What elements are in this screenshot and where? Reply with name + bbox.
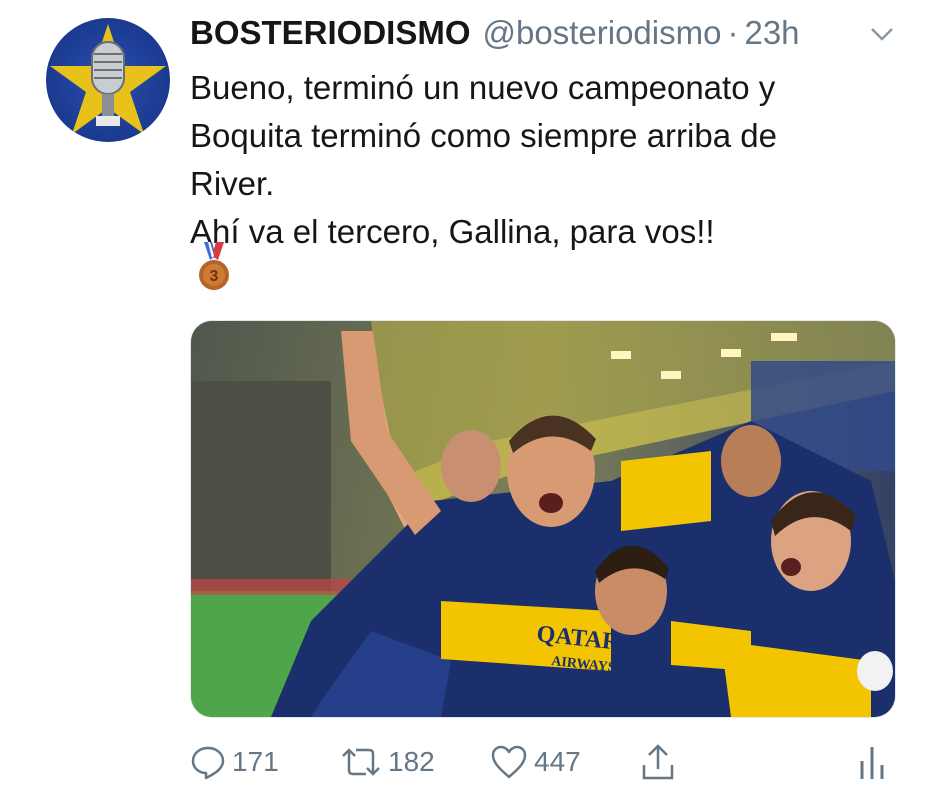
medal-number: 3 [210, 268, 219, 285]
reply-button[interactable]: 171 [190, 740, 279, 784]
retweet-icon [340, 744, 382, 780]
user-handle[interactable]: @bosteriodismo [483, 14, 722, 52]
like-icon [490, 744, 528, 780]
share-icon [640, 743, 676, 781]
analytics-button[interactable] [858, 740, 886, 784]
separator-dot: · [727, 14, 739, 51]
share-button[interactable] [640, 740, 676, 784]
timestamp[interactable]: 23h [744, 14, 799, 52]
medal-icon: 3 [196, 242, 232, 292]
microphone-star-icon [50, 24, 166, 134]
like-count: 447 [534, 746, 581, 777]
reply-icon [190, 744, 226, 780]
celebration-photo: QATAR AIRWAYS [191, 321, 895, 717]
tweet-text: Bueno, terminó un nuevo campeonato y Boq… [190, 64, 890, 256]
tweet-actions: 171 182 447 [190, 740, 890, 788]
reply-count: 171 [232, 746, 279, 777]
more-chevron-icon[interactable] [868, 24, 896, 44]
retweet-count: 182 [388, 746, 435, 777]
tweet-media-photo[interactable]: QATAR AIRWAYS [190, 320, 896, 718]
tweet-header: BOSTERIODISMO @bosteriodismo · 23h [190, 14, 800, 52]
tweet-text-line: Ahí va el tercero, Gallina, para vos!! [190, 213, 715, 250]
retweet-button[interactable]: 182 [340, 740, 435, 784]
tweet-text-line: Boquita terminó como siempre arriba de [190, 117, 777, 154]
tweet-text-line: Bueno, terminó un nuevo campeonato y [190, 69, 776, 106]
display-name[interactable]: BOSTERIODISMO [190, 14, 471, 52]
like-button[interactable]: 447 [490, 740, 581, 784]
analytics-icon [858, 743, 886, 781]
tweet-text-line: River. [190, 165, 275, 202]
avatar[interactable] [46, 18, 170, 142]
